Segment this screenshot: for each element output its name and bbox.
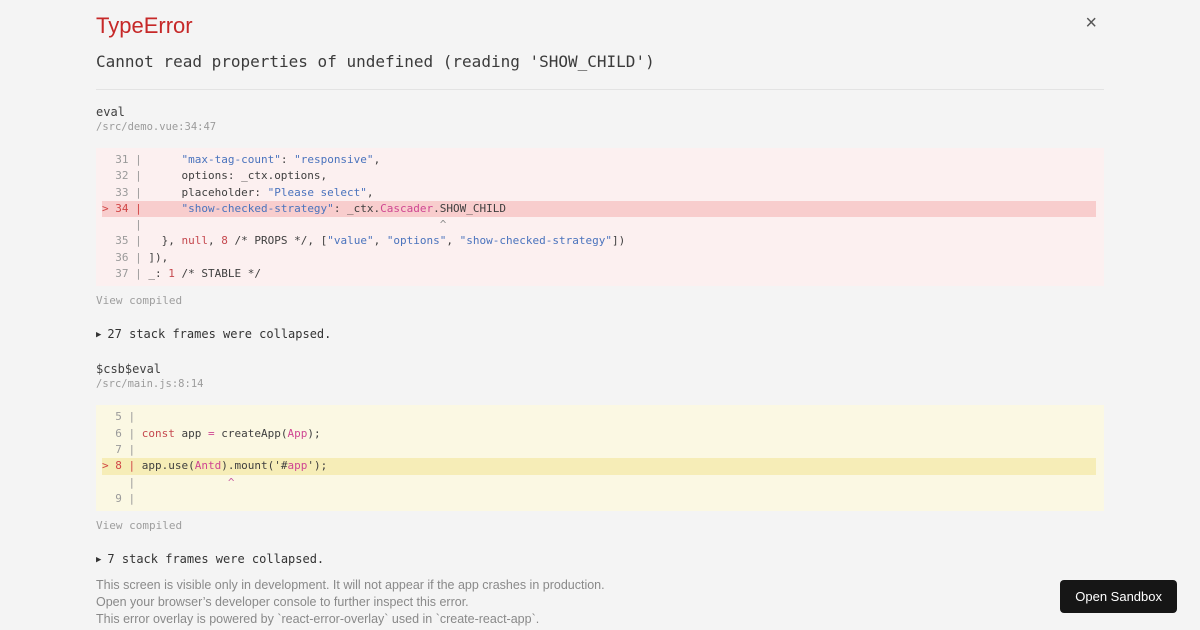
divider xyxy=(96,89,1104,90)
collapsed-frames-toggle[interactable]: ▶ 7 stack frames were collapsed. xyxy=(96,553,1104,567)
stack-frame-function-name: eval xyxy=(96,105,125,119)
code-line: 5 | xyxy=(102,410,142,424)
code-line: 33 | placeholder: "Please select", xyxy=(102,185,374,199)
code-line: 7 | xyxy=(102,442,142,456)
open-sandbox-button[interactable]: Open Sandbox xyxy=(1060,580,1177,613)
code-line: > 8 | app.use(Antd).mount('#app'); xyxy=(102,458,1096,475)
error-overlay-content: TypeError Cannot read properties of unde… xyxy=(96,0,1104,628)
code-line: 37 | _: 1 /* STABLE */ xyxy=(102,267,261,281)
stack-frame-location: /src/main.js:8:14 xyxy=(96,378,204,391)
code-frame: 5 | 6 | const app = createApp(App); 7 | … xyxy=(96,405,1104,512)
dev-notice-line: Open your browser’s developer console to… xyxy=(96,595,469,610)
close-icon[interactable]: × xyxy=(1085,13,1097,33)
collapsed-frames-label: 7 stack frames were collapsed. xyxy=(107,552,325,567)
dev-notice: This screen is visible only in developme… xyxy=(96,577,1104,628)
error-title: TypeError xyxy=(96,13,193,38)
code-line: 9 | xyxy=(102,491,142,505)
view-compiled-link[interactable]: View compiled xyxy=(96,520,1104,531)
code-line: | ^ xyxy=(102,475,235,489)
code-line: > 34 | "show-checked-strategy": _ctx.Cas… xyxy=(102,200,1096,218)
triangle-icon: ▶ xyxy=(96,330,102,341)
view-compiled-link[interactable]: View compiled xyxy=(96,295,1104,306)
error-overlay: { "header": { "title": "TypeError", "mes… xyxy=(0,0,1200,630)
code-line: 36 | ]), xyxy=(102,250,169,264)
stack-frame-location: /src/demo.vue:34:47 xyxy=(96,121,217,133)
code-line: 6 | const app = createApp(App); xyxy=(102,426,321,440)
code-line: 31 | "max-tag-count": "responsive", xyxy=(102,153,381,166)
dev-notice-line: This screen is visible only in developme… xyxy=(96,578,605,593)
triangle-icon: ▶ xyxy=(96,555,102,566)
code-line: | ^ xyxy=(102,218,447,232)
stack-frame-function-name: $csb$eval xyxy=(96,362,162,377)
collapsed-frames-toggle[interactable]: ▶ 27 stack frames were collapsed. xyxy=(96,328,1104,342)
collapsed-frames-label: 27 stack frames were collapsed. xyxy=(107,327,332,342)
error-message: Cannot read properties of undefined (rea… xyxy=(96,52,655,71)
code-frame: 31 | "max-tag-count": "responsive", 32 |… xyxy=(96,148,1104,287)
code-line: 32 | options: _ctx.options, xyxy=(102,169,328,183)
code-line: 35 | }, null, 8 /* PROPS */, ["value", "… xyxy=(102,234,626,248)
dev-notice-line: This error overlay is powered by `react-… xyxy=(96,612,540,627)
